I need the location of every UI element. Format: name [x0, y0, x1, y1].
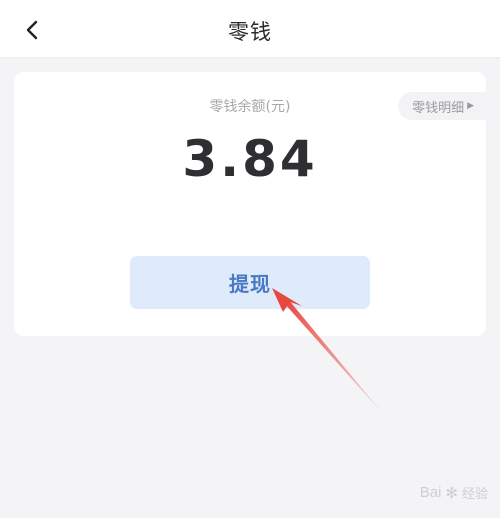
- page-title: 零钱: [228, 20, 272, 44]
- balance-card: 零钱余额(元) 零钱明细 ▶ 3.84 提现: [14, 72, 486, 336]
- paw-icon: ✻: [445, 484, 458, 502]
- watermark-brand: Bai: [419, 484, 442, 501]
- top-bar: 零钱: [0, 0, 500, 58]
- caret-right-icon: ▶: [467, 101, 474, 111]
- change-details-button[interactable]: 零钱明细 ▶: [398, 92, 486, 120]
- watermark: Bai ✻ 经验: [420, 483, 488, 502]
- watermark-suffix: 经验: [461, 486, 488, 501]
- withdraw-button[interactable]: 提现: [130, 256, 370, 309]
- change-details-label: 零钱明细: [412, 100, 465, 116]
- balance-amount: 3.84: [182, 130, 318, 188]
